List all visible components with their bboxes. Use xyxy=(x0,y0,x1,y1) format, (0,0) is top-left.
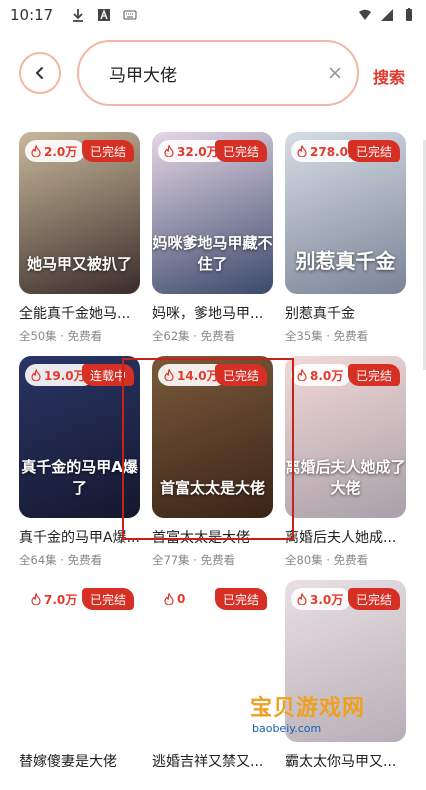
drama-card[interactable]: 14.0万 已完结首富太太是大佬 首富太太是大佬全77集 · 免费看 xyxy=(152,356,273,567)
drama-card[interactable]: 8.0万 已完结离婚后夫人她成了大佬离婚后夫人她成... 全80集 · 免费看 xyxy=(285,356,406,567)
status-badge: 已完结 xyxy=(81,140,134,162)
signal-icon xyxy=(381,9,393,21)
poster-title-art: 她马甲又被扒了 xyxy=(26,255,132,273)
drama-title[interactable]: 首富太太是大佬 xyxy=(152,527,273,547)
flame-icon xyxy=(31,593,41,605)
drama-card[interactable]: 32.0万 已完结妈咪爹地马甲藏不住了妈咪，爹地马甲... 全62集 · 免费看 xyxy=(152,132,273,343)
back-button[interactable] xyxy=(19,52,61,94)
status-badge: 已完结 xyxy=(214,140,267,162)
heat-badge: 7.0万 xyxy=(25,588,86,610)
drama-meta: 全50集 · 免费看 xyxy=(19,329,103,343)
watermark: 宝贝游戏网 baobeiy.com xyxy=(250,690,400,740)
drama-title[interactable]: 逃婚吉祥又禁又... xyxy=(152,751,273,771)
heat-value: 8.0万 xyxy=(310,368,344,383)
drama-poster[interactable]: 7.0万 已完结 xyxy=(19,580,140,742)
drama-meta: 全35集 · 免费看 xyxy=(285,329,369,343)
poster-title-art: 真千金的马甲A爆了 xyxy=(21,458,138,497)
drama-title[interactable]: 别惹真千金 xyxy=(285,303,406,323)
wifi-icon xyxy=(359,9,371,20)
flame-icon xyxy=(31,369,41,381)
status-badge: 已完结 xyxy=(347,140,400,162)
drama-poster[interactable]: 32.0万 已完结妈咪爹地马甲藏不住了 xyxy=(152,132,273,294)
status-time: 10:17 xyxy=(10,6,54,24)
drama-poster[interactable]: 2.0万 已完结她马甲又被扒了 xyxy=(19,132,140,294)
search-input[interactable] xyxy=(109,63,328,83)
heat-badge: 3.0万 xyxy=(291,588,352,610)
status-bar: 10:17 xyxy=(0,0,426,30)
flame-icon xyxy=(297,369,307,381)
heat-value: 32.0万 xyxy=(177,144,219,159)
drama-meta: 全80集 · 免费看 xyxy=(285,553,369,567)
drama-meta: 全64集 · 免费看 xyxy=(19,553,103,567)
drama-poster[interactable]: 19.0万 连载中真千金的马甲A爆了 xyxy=(19,356,140,518)
flame-icon xyxy=(164,369,174,381)
drama-meta: 全77集 · 免费看 xyxy=(152,553,236,567)
drama-title[interactable]: 替嫁傻妻是大佬 xyxy=(19,751,140,771)
heat-value: 7.0万 xyxy=(44,592,78,607)
heat-badge: 2.0万 xyxy=(25,140,86,162)
drama-poster[interactable]: 8.0万 已完结离婚后夫人她成了大佬 xyxy=(285,356,406,518)
drama-poster[interactable]: 278.0万 已完结 别惹真千金 xyxy=(285,132,406,294)
search-header: 搜索 xyxy=(0,38,426,108)
flame-icon xyxy=(297,145,307,157)
flame-icon xyxy=(164,145,174,157)
status-badge: 连载中 xyxy=(81,364,134,386)
drama-poster[interactable]: 14.0万 已完结首富太太是大佬 xyxy=(152,356,273,518)
drama-title[interactable]: 离婚后夫人她成... xyxy=(285,527,406,547)
poster-title-art: 首富太太是大佬 xyxy=(159,479,265,497)
drama-card[interactable]: 0 已完结逃婚吉祥又禁又... xyxy=(152,580,273,790)
poster-title-art: 离婚后夫人她成了大佬 xyxy=(285,458,406,497)
search-submit-button[interactable]: 搜索 xyxy=(373,64,405,88)
status-badge: 已完结 xyxy=(347,364,400,386)
font-app-icon xyxy=(98,9,111,21)
flame-icon xyxy=(297,593,307,605)
heat-value: 2.0万 xyxy=(44,144,78,159)
download-icon xyxy=(73,9,84,22)
heat-value: 19.0万 xyxy=(44,368,86,383)
drama-meta: 全62集 · 免费看 xyxy=(152,329,236,343)
heat-badge: 0 xyxy=(158,588,194,610)
heat-value: 3.0万 xyxy=(310,592,344,607)
drama-card[interactable]: 278.0万 已完结 别惹真千金 别惹真千金 全35集 · 免费看 xyxy=(285,132,406,343)
status-badge: 已完结 xyxy=(214,364,267,386)
search-box[interactable] xyxy=(77,40,359,106)
clear-search-button[interactable] xyxy=(328,62,342,84)
watermark-title: 宝贝游戏网 xyxy=(250,696,366,721)
drama-card[interactable]: 2.0万 已完结她马甲又被扒了 全能真千金她马... 全50集 · 免费看 xyxy=(19,132,140,343)
poster-title-art: 妈咪爹地马甲藏不住了 xyxy=(152,234,273,273)
flame-icon xyxy=(164,593,174,605)
chevron-left-icon xyxy=(35,67,43,79)
flame-icon xyxy=(31,145,41,157)
status-badge: 已完结 xyxy=(347,588,400,610)
heat-value: 0 xyxy=(177,592,186,606)
battery-icon xyxy=(406,8,412,21)
close-icon xyxy=(329,67,341,79)
watermark-url: baobeiy.com xyxy=(252,722,322,735)
heat-badge: 8.0万 xyxy=(291,364,352,386)
status-badge: 已完结 xyxy=(214,588,267,610)
poster-title-art: 别惹真千金 xyxy=(295,249,396,273)
drama-card[interactable]: 3.0万 已完结霸太太你马甲又... xyxy=(285,580,406,790)
drama-card[interactable]: 19.0万 连载中真千金的马甲A爆了真千金的马甲A爆... 全64集 · 免费看 xyxy=(19,356,140,567)
drama-title[interactable]: 霸太太你马甲又... xyxy=(285,751,406,771)
drama-card[interactable]: 7.0万 已完结替嫁傻妻是大佬 xyxy=(19,580,140,790)
status-badge: 已完结 xyxy=(81,588,134,610)
drama-title[interactable]: 妈咪，爹地马甲... xyxy=(152,303,273,323)
drama-title[interactable]: 真千金的马甲A爆... xyxy=(19,527,140,547)
drama-title[interactable]: 全能真千金她马... xyxy=(19,303,140,323)
keyboard-icon xyxy=(123,10,137,20)
heat-value: 14.0万 xyxy=(177,368,219,383)
